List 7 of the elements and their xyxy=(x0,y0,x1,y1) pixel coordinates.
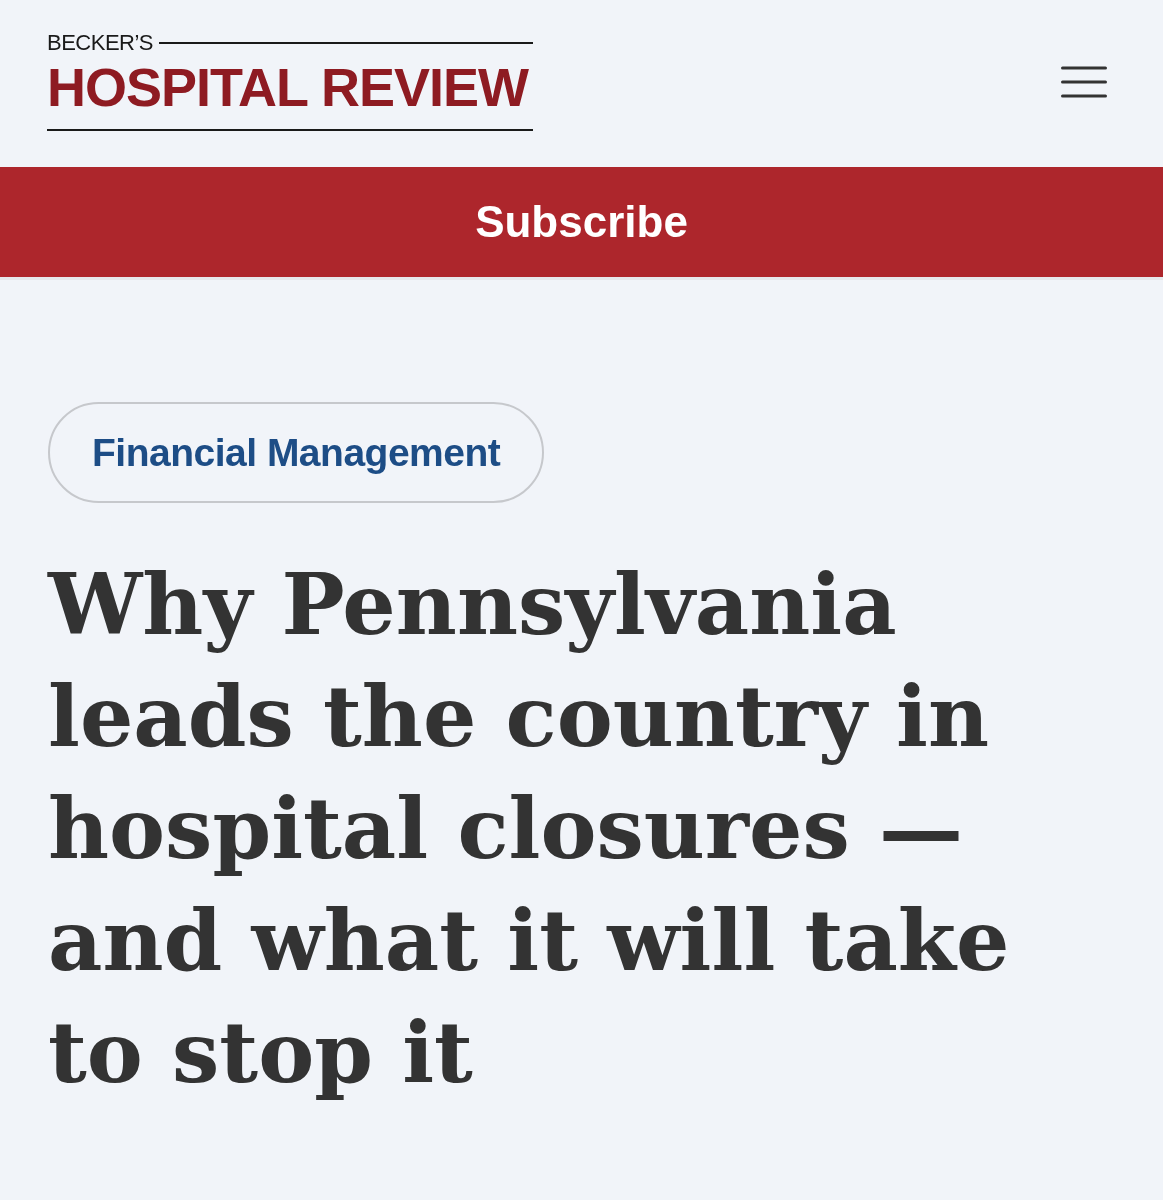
subscribe-button[interactable]: Subscribe xyxy=(0,167,1163,280)
article-headline: Why Pennsylvania leads the country in hospital closures — and what it will take to stop it xyxy=(48,554,1011,1104)
menu-icon xyxy=(1061,66,1107,98)
logo-wordmark[interactable]: HOSPITAL REVIEW xyxy=(47,57,533,117)
logo-kicker: BECKER’S xyxy=(47,31,154,55)
category-tag[interactable]: Financial Management xyxy=(48,402,545,503)
menu-button[interactable] xyxy=(1061,66,1107,98)
